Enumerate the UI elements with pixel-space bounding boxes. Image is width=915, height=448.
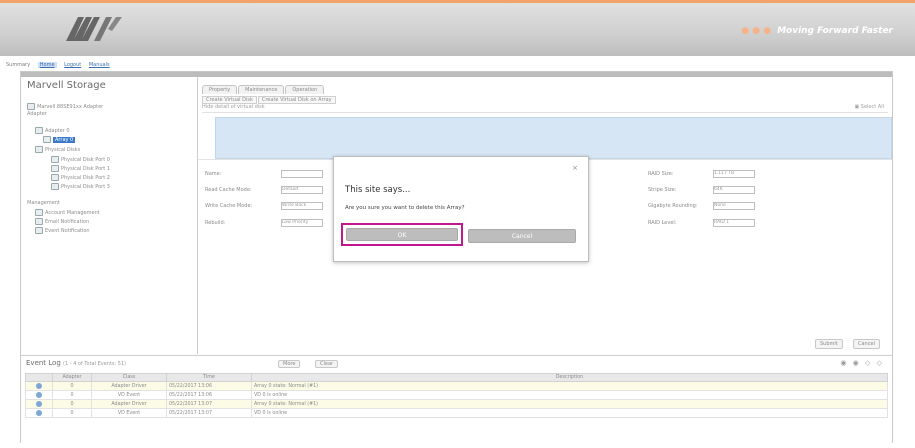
raid-level-select[interactable]: RAID 1	[713, 219, 755, 227]
table-row[interactable]: 0 VD Event 05/22/2017 13:06 VD 0 is onli…	[25, 390, 888, 400]
table-row[interactable]: 0 Adapter Driver 05/22/2017 13:06 Array …	[25, 381, 888, 391]
tree-item-7[interactable]: Physical Disk Port 2	[51, 174, 110, 181]
navigation-tree: Marvell Storage Marvell 88SE91xx Adapter…	[21, 77, 198, 354]
gigabyte-rounding-select[interactable]: None	[713, 202, 755, 210]
field-label-gigabyte-rounding: Gigabyte Rounding:	[648, 203, 698, 209]
ok-button[interactable]: OK	[346, 228, 458, 241]
confirm-dialog: × This site says... Are you sure you wan…	[333, 156, 589, 262]
link-summary[interactable]: Summary	[6, 62, 30, 68]
event-icon	[35, 227, 43, 234]
col-icon	[25, 373, 53, 382]
rebuild-select[interactable]: Low Priority	[281, 219, 323, 227]
top-links: Summary Home Logout Manuals	[6, 62, 116, 68]
subtab-create-vd[interactable]: Create Virtual Disk	[202, 96, 257, 104]
table-row[interactable]: 0 Adapter Driver 05/22/2017 13:07 Array …	[25, 399, 888, 409]
tree-item-0[interactable]: Marvell 88SE91xx Adapter	[27, 103, 103, 110]
tab-operation[interactable]: Operation	[285, 85, 325, 94]
main-tabs: Property Maintenance Operation	[202, 85, 325, 94]
event-log-title: Event Log (1 - 4 of Total Events: 51)	[26, 359, 127, 367]
col-time[interactable]: Time	[166, 373, 252, 382]
account-icon	[35, 209, 43, 216]
top-banner: ● ● ● Moving Forward Faster	[0, 0, 915, 56]
toolbar-left-text[interactable]: Hide detail of virtual disk	[202, 104, 265, 110]
name-input[interactable]	[281, 170, 323, 178]
link-home[interactable]: Home	[37, 62, 57, 68]
virtual-disk-list[interactable]	[215, 117, 892, 159]
paging-icons[interactable]: ◉ ◉ ◇ ◇	[840, 359, 884, 367]
close-icon[interactable]: ×	[572, 164, 578, 172]
submit-button[interactable]: Submit	[815, 339, 843, 349]
field-label-raid-level: RAID Level:	[648, 220, 677, 226]
field-label-name: Name:	[205, 171, 222, 177]
tree-item-2[interactable]: Adapter 0	[35, 127, 70, 134]
tree-item-12[interactable]: Event Notification	[35, 227, 90, 234]
dialog-title: This site says...	[345, 185, 411, 195]
slogan: ● ● ● Moving Forward Faster	[741, 26, 893, 36]
tree-item-8[interactable]: Physical Disk Port 3	[51, 183, 110, 190]
tree-item-6[interactable]: Physical Disk Port 1	[51, 165, 110, 172]
slogan-text: Moving Forward Faster	[777, 26, 893, 36]
field-label-write-cache: Write Cache Mode:	[205, 203, 253, 209]
table-row[interactable]: 0 VD Event 05/22/2017 13:07 VD 0 is onli…	[25, 408, 888, 418]
disk-folder-icon	[35, 146, 43, 153]
col-description[interactable]: Description	[251, 373, 888, 382]
toolbar-row: Hide detail of virtual disk ▣ Select All	[202, 104, 888, 113]
clear-button[interactable]: Clear	[315, 360, 339, 368]
adapter-icon	[35, 127, 43, 134]
app-title: Marvell Storage	[27, 80, 106, 91]
field-label-read-cache: Read Cache Mode:	[205, 187, 252, 193]
cancel-button[interactable]: Cancel	[468, 229, 576, 243]
email-icon	[35, 218, 43, 225]
info-icon	[36, 382, 42, 389]
info-icon	[36, 409, 42, 416]
cancel-form-button[interactable]: Cancel	[853, 339, 880, 349]
raid-size-input[interactable]: 1.117 TB	[713, 170, 755, 178]
disk-icon	[51, 165, 59, 172]
link-logout[interactable]: Logout	[64, 62, 81, 68]
tree-item-3[interactable]: Array 0	[43, 136, 76, 143]
tree-item-5[interactable]: Physical Disk Port 0	[51, 156, 110, 163]
more-button[interactable]: More	[278, 360, 301, 368]
stripe-size-select[interactable]: 64K	[713, 186, 755, 194]
tab-property[interactable]: Property	[202, 85, 238, 94]
tree-item-4[interactable]: Physical Disks	[35, 146, 80, 153]
event-log-panel: Event Log (1 - 4 of Total Events: 51) Mo…	[21, 355, 892, 443]
event-table: Adapter Class Time Description 0 Adapter…	[25, 373, 888, 418]
col-class[interactable]: Class	[91, 373, 167, 382]
marvell-logo-icon	[66, 17, 122, 41]
subtab-create-vd-array[interactable]: Create Virtual Disk on Array	[257, 96, 336, 104]
write-cache-select[interactable]: Write Back	[281, 202, 323, 210]
dialog-message: Are you sure you want to delete this Arr…	[345, 205, 465, 211]
read-cache-select[interactable]: Default	[281, 186, 323, 194]
tab-maintenance[interactable]: Maintenance	[238, 85, 285, 94]
link-manuals[interactable]: Manuals	[89, 62, 110, 68]
tree-item-11[interactable]: Email Notification	[35, 218, 89, 225]
tree-item-10[interactable]: Account Management	[35, 209, 100, 216]
array-icon	[43, 136, 51, 143]
field-label-rebuild: Rebuild:	[205, 220, 226, 226]
tree-item-9[interactable]: Management	[27, 200, 60, 206]
field-label-raid-size: RAID Size:	[648, 171, 674, 177]
disk-icon	[51, 156, 59, 163]
info-icon	[36, 400, 42, 407]
select-all-control[interactable]: ▣ Select All	[854, 104, 884, 110]
slogan-dots: ● ● ●	[741, 26, 772, 36]
info-icon	[36, 391, 42, 398]
field-label-stripe-size: Stripe Size:	[648, 187, 677, 193]
col-adapter[interactable]: Adapter	[52, 373, 92, 382]
disk-icon	[51, 174, 59, 181]
disk-icon	[51, 183, 59, 190]
adapter-icon	[27, 103, 35, 110]
tree-item-1[interactable]: Adapter	[27, 111, 47, 117]
ok-highlight: OK	[341, 223, 463, 246]
sub-tabs: Create Virtual Disk Create Virtual Disk o…	[202, 96, 337, 104]
